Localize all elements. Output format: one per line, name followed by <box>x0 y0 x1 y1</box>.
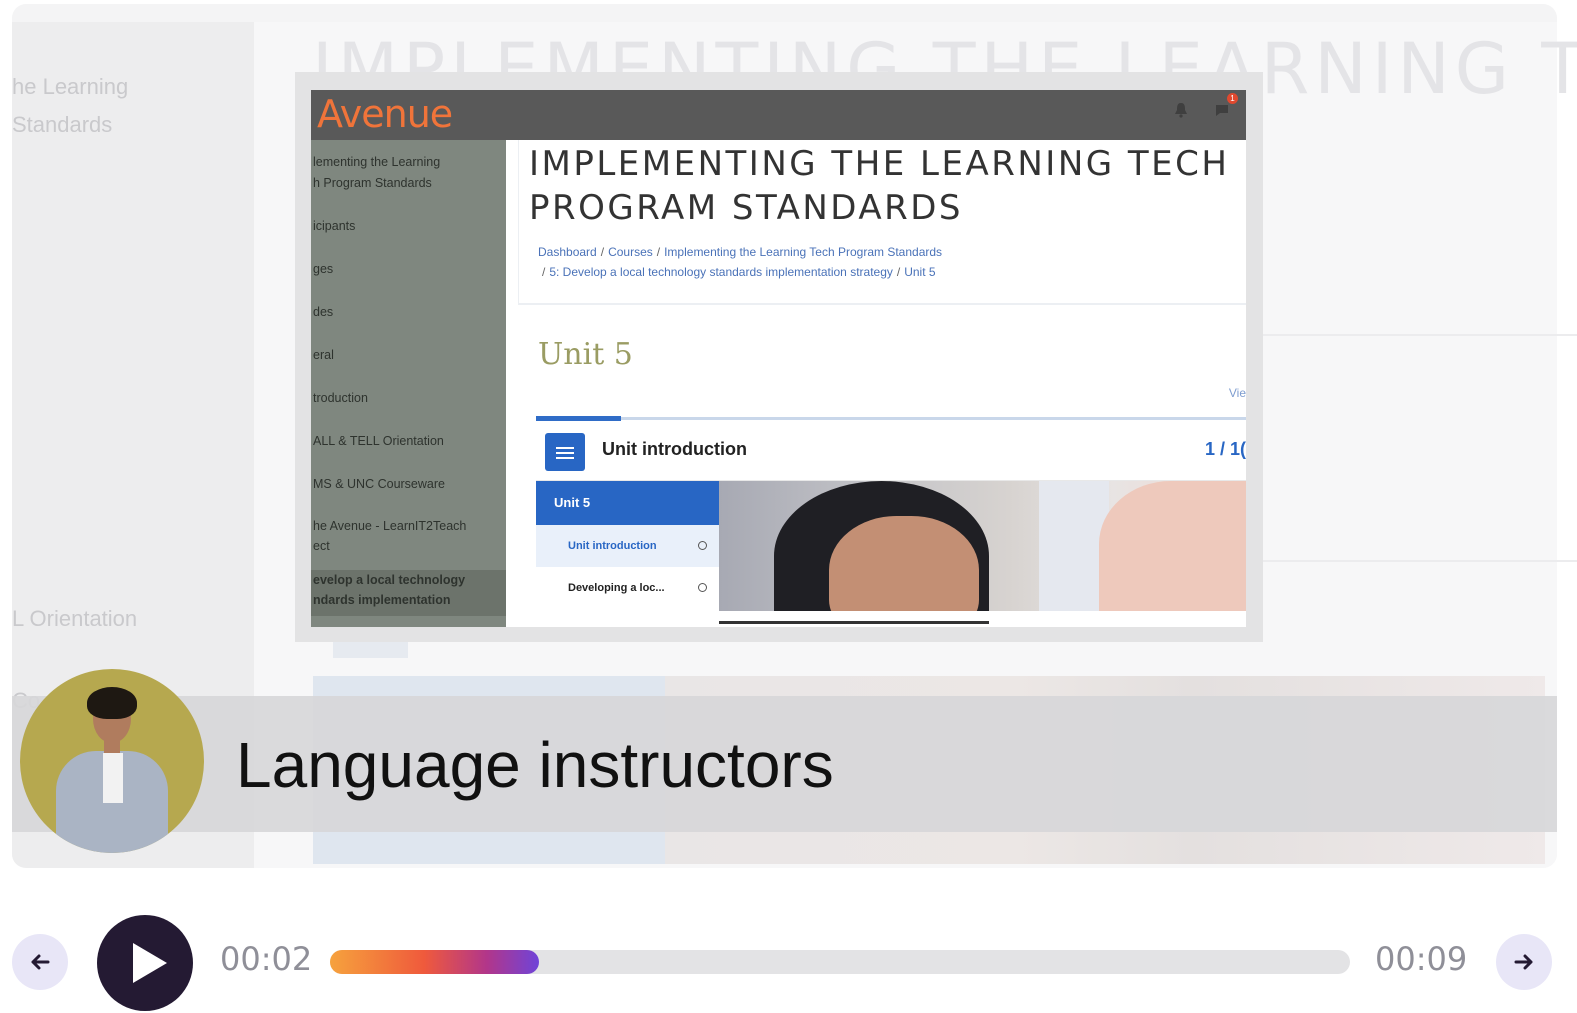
toc-item: Unit introduction <box>536 525 719 567</box>
sidebar-item-label: evelop a local technology <box>313 573 466 587</box>
unit-page-count: 1 / 1( <box>1204 439 1246 459</box>
presenter-avatar <box>20 669 204 853</box>
breadcrumb-link: Courses <box>608 245 653 259</box>
toc-item-label: Unit introduction <box>568 540 657 552</box>
video-player: he Learning Standards L Orientation Co I… <box>0 0 1577 1013</box>
breadcrumb: Dashboard / Courses / Implementing the Learn… <box>538 245 943 279</box>
background-divider <box>1262 334 1577 336</box>
top-navbar: Avenue 1 <box>311 90 1246 140</box>
breadcrumb-link: Dashboard <box>538 245 597 259</box>
circle-icon <box>698 583 707 592</box>
previous-button[interactable] <box>12 934 68 990</box>
embedded-screenshot: Avenue 1 lementing the Learning h Progra… <box>311 90 1246 627</box>
arrow-right-icon <box>1514 954 1533 970</box>
background-block <box>333 640 408 658</box>
avatar-shirt <box>103 753 123 803</box>
course-sidebar: lementing the Learning h Program Standar… <box>311 140 506 627</box>
sidebar-item: h Program Standards <box>313 176 432 190</box>
avatar-hair <box>87 687 137 719</box>
play-button[interactable] <box>97 915 193 1011</box>
sidebar-item: icipants <box>313 219 356 233</box>
background-sidebar-line: L Orientation <box>12 606 138 631</box>
sidebar-item: ges <box>313 262 334 276</box>
total-time: 00:09 <box>1375 940 1468 978</box>
unit-intro-row: Unit introduction 1 / 1( <box>536 423 1246 481</box>
breadcrumb-link: 5: Develop a local technology standards … <box>549 265 893 279</box>
view-link: Vie <box>1228 386 1246 400</box>
unit-photo <box>719 481 1246 611</box>
chat-icon <box>1216 105 1228 116</box>
sidebar-item: troduction <box>313 391 368 405</box>
brand-logo: Avenue <box>317 92 453 136</box>
course-title-line: IMPLEMENTING THE LEARNING TECH <box>529 144 1230 184</box>
toc-item: Developing a loc... <box>536 567 719 609</box>
background-divider <box>1262 560 1577 562</box>
caption-text: Language instructors <box>236 729 834 801</box>
photo-figure <box>1099 481 1246 611</box>
seek-bar-progress <box>330 950 539 974</box>
breadcrumb-link: Unit 5 <box>904 265 936 279</box>
course-main: IMPLEMENTING THE LEARNING TECH PROGRAM S… <box>506 140 1246 627</box>
sidebar-item: MS & UNC Courseware <box>313 477 445 491</box>
photo-face <box>829 516 979 611</box>
list-icon <box>545 433 585 471</box>
background-sidebar-line: he Learning <box>12 74 129 99</box>
sidebar-item: ALL & TELL Orientation <box>313 434 444 448</box>
circle-icon <box>698 541 707 550</box>
bell-icon <box>1175 103 1187 118</box>
unit-progress-track <box>536 417 1246 420</box>
sidebar-item-active: evelop a local technology ndards impleme… <box>311 570 506 616</box>
sidebar-item: ect <box>313 539 330 553</box>
course-title-line: PROGRAM STANDARDS <box>529 188 964 228</box>
toc-header: Unit 5 <box>536 481 719 525</box>
unit-intro-label: Unit introduction <box>602 439 747 459</box>
photo-progress-bar <box>719 621 989 624</box>
sidebar-item: he Avenue - LearnIT2Teach <box>313 519 467 533</box>
play-icon <box>133 943 167 983</box>
course-title: IMPLEMENTING THE LEARNING TECH PROGRAM S… <box>529 142 1246 230</box>
toc-item-label: Developing a loc... <box>568 582 665 594</box>
sidebar-item: lementing the Learning <box>313 155 441 169</box>
breadcrumb-link: Implementing the Learning Tech Program S… <box>664 245 943 259</box>
sidebar-item: eral <box>313 348 334 362</box>
sidebar-item-label: ndards implementation <box>313 593 451 607</box>
next-button[interactable] <box>1496 934 1552 990</box>
arrow-left-icon <box>31 954 50 970</box>
notification-badge: 1 <box>1227 93 1238 104</box>
unit-progress-fill <box>536 416 621 421</box>
current-time: 00:02 <box>220 940 313 978</box>
unit-heading: Unit 5 <box>538 337 633 372</box>
background-sidebar-line: Standards <box>12 112 113 137</box>
sidebar-item: des <box>313 305 334 319</box>
